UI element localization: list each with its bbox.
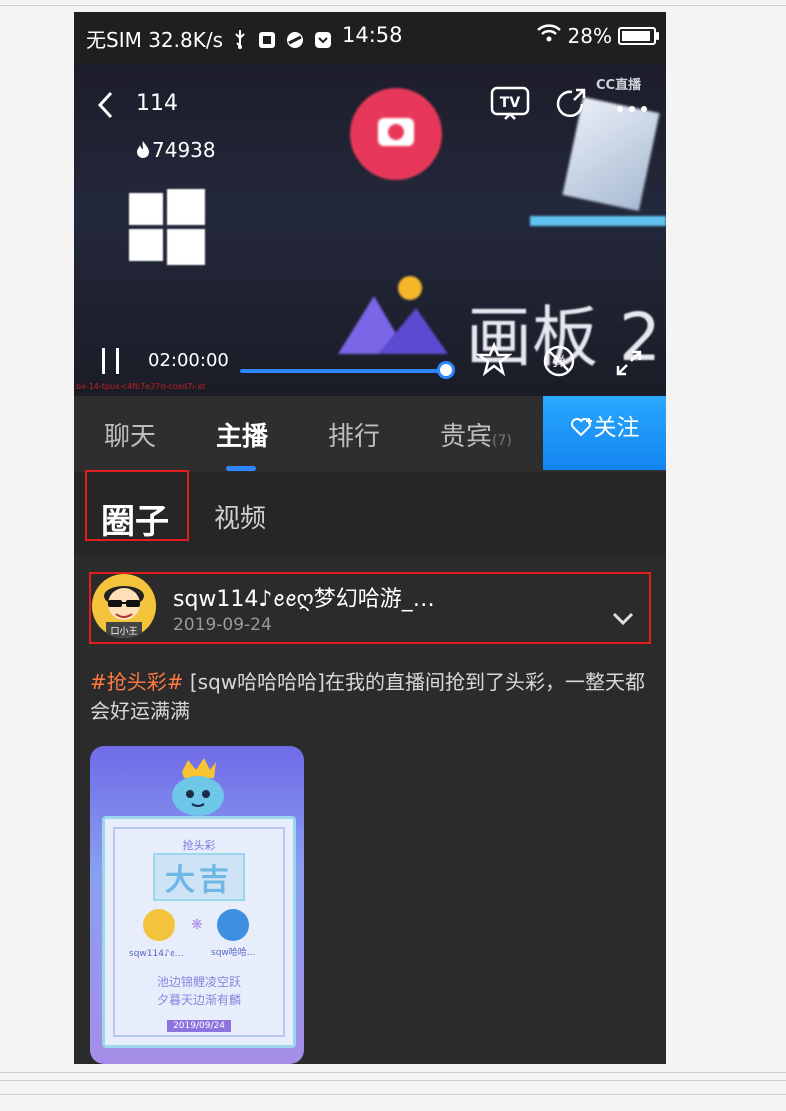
message-notification-icon xyxy=(314,30,332,54)
progress-knob[interactable] xyxy=(437,361,455,379)
gift-effect-icon[interactable] xyxy=(475,341,513,382)
pause-icon[interactable] xyxy=(100,346,122,380)
card-avatar-left xyxy=(143,909,175,941)
card-frame: 抢头彩 大吉 ❋ sqw114♪ꫀ… sqw哈哈... 池边锦鲤凌空跃 夕暮天边… xyxy=(102,816,296,1048)
card-headline-text: 大吉 xyxy=(153,853,245,901)
room-tabs: 聊天 主播 排行 贵宾(7) 关注 xyxy=(74,396,666,472)
elapsed-time: 02:00:00 xyxy=(148,350,229,371)
vip-count: (7) xyxy=(492,433,512,449)
usb-icon xyxy=(233,29,247,54)
highlight-box-circle-tab xyxy=(85,470,189,541)
status-right: 28% xyxy=(536,23,659,48)
highlight-box-post-header xyxy=(89,572,651,644)
post-hashtag[interactable]: #抢头彩# xyxy=(90,670,184,694)
post-text: #抢头彩# [sqw哈哈哈哈]在我的直播间抢到了头彩，一整天都会好运满满 xyxy=(90,668,652,726)
card-ribbon: 抢头彩 xyxy=(182,839,216,852)
popularity-count: 74938 xyxy=(152,138,216,162)
sub-tabs: 圈子 视频 xyxy=(74,470,666,556)
progress-fill xyxy=(240,369,442,373)
app-notification-icon xyxy=(258,30,276,54)
barrage-off-icon[interactable]: 弹 xyxy=(542,344,576,382)
card-avatar-right xyxy=(217,909,249,941)
tab-streamer[interactable]: 主播 xyxy=(216,416,268,453)
battery-icon xyxy=(618,26,659,45)
status-time: 14:58 xyxy=(342,23,403,47)
blue-bar-graphic xyxy=(530,216,666,226)
tab-vip-label: 贵宾 xyxy=(440,422,493,452)
browser-notification-icon xyxy=(286,30,304,54)
watermark-logo: CC直播 xyxy=(596,78,642,93)
heart-plus-icon xyxy=(570,418,592,437)
windows-logo-icon xyxy=(129,189,205,265)
share-icon[interactable] xyxy=(552,86,588,126)
card-headline: 大吉 xyxy=(105,853,293,901)
tab-vip[interactable]: 贵宾(7) xyxy=(440,416,512,453)
subtab-video[interactable]: 视频 xyxy=(214,498,266,535)
post-image-card[interactable]: 抢头彩 大吉 ❋ sqw114♪ꫀ… sqw哈哈... 池边锦鲤凌空跃 夕暮天边… xyxy=(90,746,304,1064)
room-number: 114 xyxy=(136,91,178,116)
feed-post: 口小王 sqw114♪ꫀꫀღ梦幻哈游_… 2019-09-24 #抢头彩# [s… xyxy=(74,556,666,1064)
card-user-right: sqw哈哈... xyxy=(211,948,256,958)
debug-overlay-text: bx-14-tpux-c4fb7e37d-coxd7i-xt xyxy=(76,382,206,391)
progress-track[interactable] xyxy=(240,369,446,373)
card-date: 2019/09/24 xyxy=(105,1013,293,1032)
camera-app-icon xyxy=(350,88,442,180)
fire-icon xyxy=(136,140,150,162)
more-options-icon[interactable] xyxy=(616,98,648,117)
tab-chat[interactable]: 聊天 xyxy=(104,416,156,453)
status-left: 无SIM 32.8K/s xyxy=(86,24,332,54)
wifi-icon xyxy=(536,23,562,48)
active-tab-indicator xyxy=(226,466,256,471)
status-bar: 无SIM 32.8K/s 14:58 28% xyxy=(74,12,666,64)
card-line1: 池边锦鲤凌空跃 xyxy=(156,975,241,989)
follow-button[interactable]: 关注 xyxy=(543,396,666,470)
fullscreen-icon[interactable] xyxy=(614,348,644,382)
svg-text:TV: TV xyxy=(500,95,521,111)
card-user-left: sqw114♪ꫀ… xyxy=(129,949,184,959)
carrier-speed: 无SIM 32.8K/s xyxy=(86,28,224,52)
video-player[interactable]: 画板 2.p 114 74938 TV CC直播 02:00:00 xyxy=(74,64,666,396)
follow-label: 关注 xyxy=(593,415,640,441)
card-heart-icon: ❋ xyxy=(191,917,203,933)
tv-cast-icon[interactable]: TV xyxy=(490,86,530,126)
mountain-graphic xyxy=(338,274,448,354)
back-arrow-icon[interactable] xyxy=(96,90,114,124)
phone-screen: 无SIM 32.8K/s 14:58 28% 画板 2 114 74938 TV… xyxy=(74,12,666,1064)
tab-ranking[interactable]: 排行 xyxy=(328,416,380,453)
battery-percent: 28% xyxy=(567,23,612,48)
card-date-text: 2019/09/24 xyxy=(167,1020,231,1032)
card-line2: 夕暮天边渐有麟 xyxy=(156,993,241,1007)
